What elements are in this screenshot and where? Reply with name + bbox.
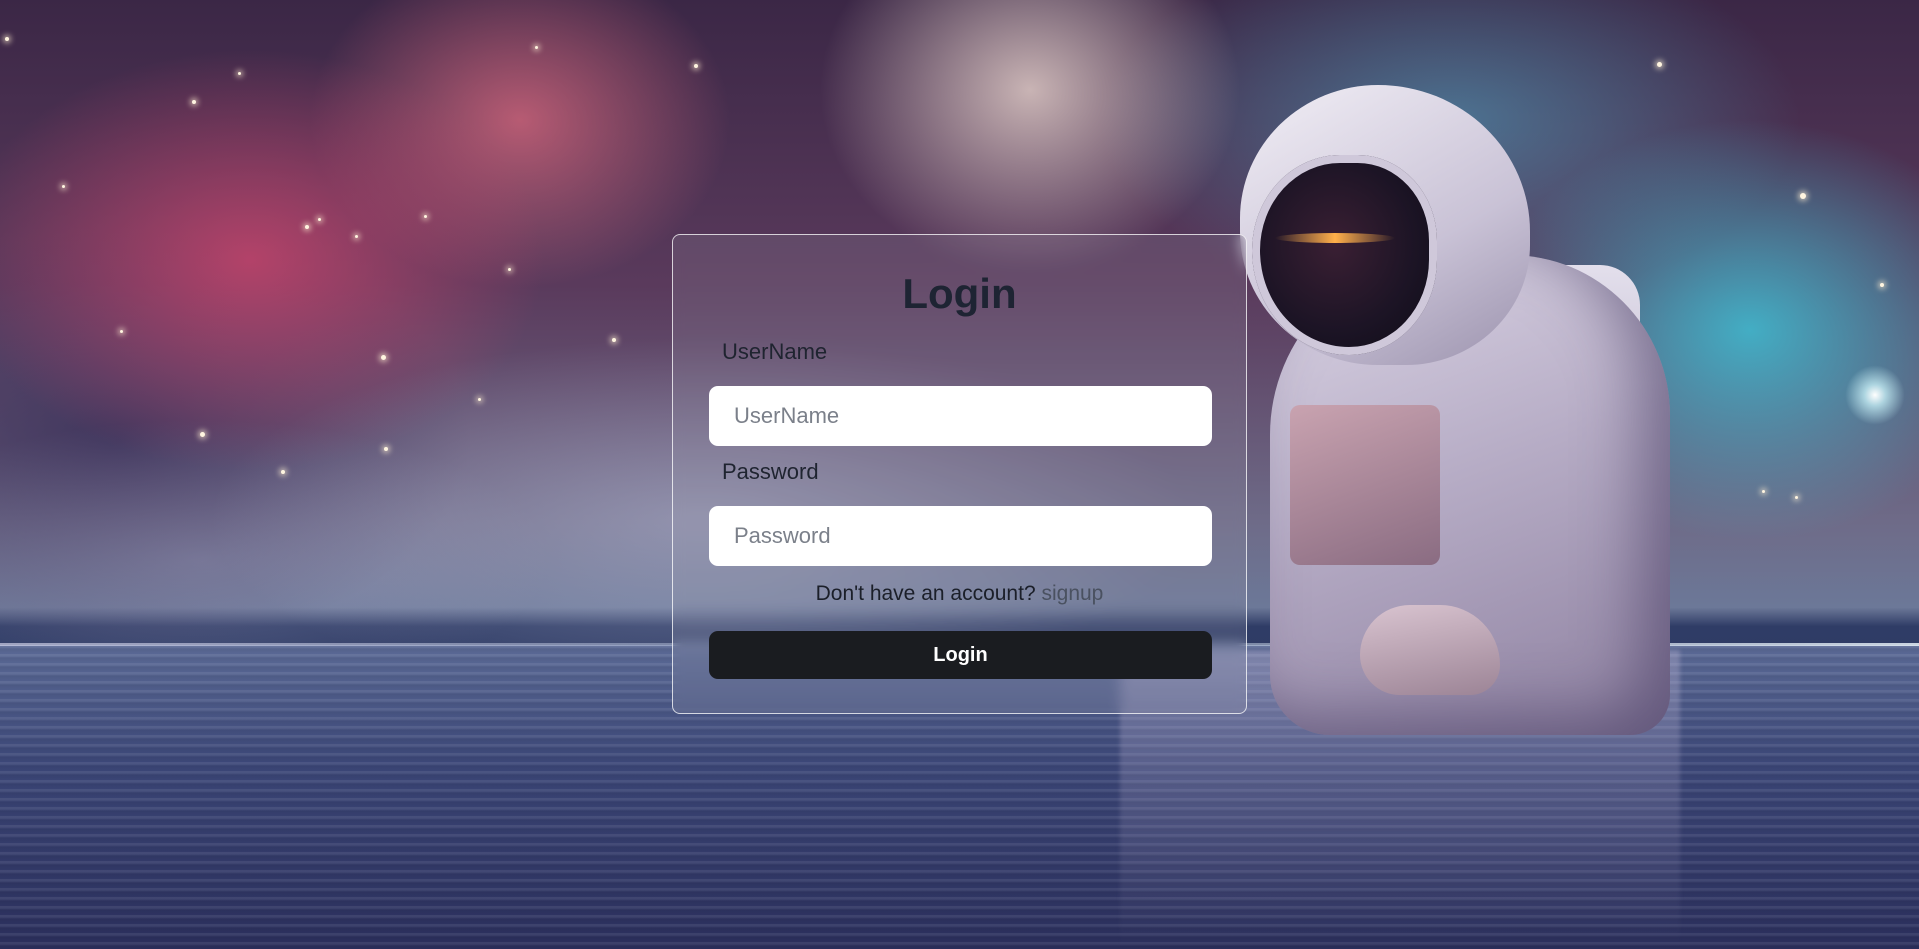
astronaut-chest-pack [1290, 405, 1440, 565]
login-title: Login [902, 270, 1017, 317]
background-scene: Login UserName Password Don't have an ac… [0, 0, 1919, 949]
astronaut-illustration [1240, 85, 1680, 735]
password-input[interactable] [709, 506, 1212, 566]
signup-prompt-row: Don't have an account? signup [673, 582, 1246, 606]
login-button[interactable]: Login [709, 631, 1212, 679]
astronaut-glove [1360, 605, 1500, 695]
password-label: Password [722, 459, 819, 484]
star-flare [1845, 365, 1905, 425]
visor-reflection [1275, 233, 1395, 243]
username-input[interactable] [709, 386, 1212, 446]
signup-prompt-text: Don't have an account? [815, 582, 1036, 605]
signup-link[interactable]: signup [1041, 582, 1103, 605]
username-label: UserName [722, 339, 828, 364]
login-card: Login UserName Password Don't have an ac… [672, 234, 1247, 714]
